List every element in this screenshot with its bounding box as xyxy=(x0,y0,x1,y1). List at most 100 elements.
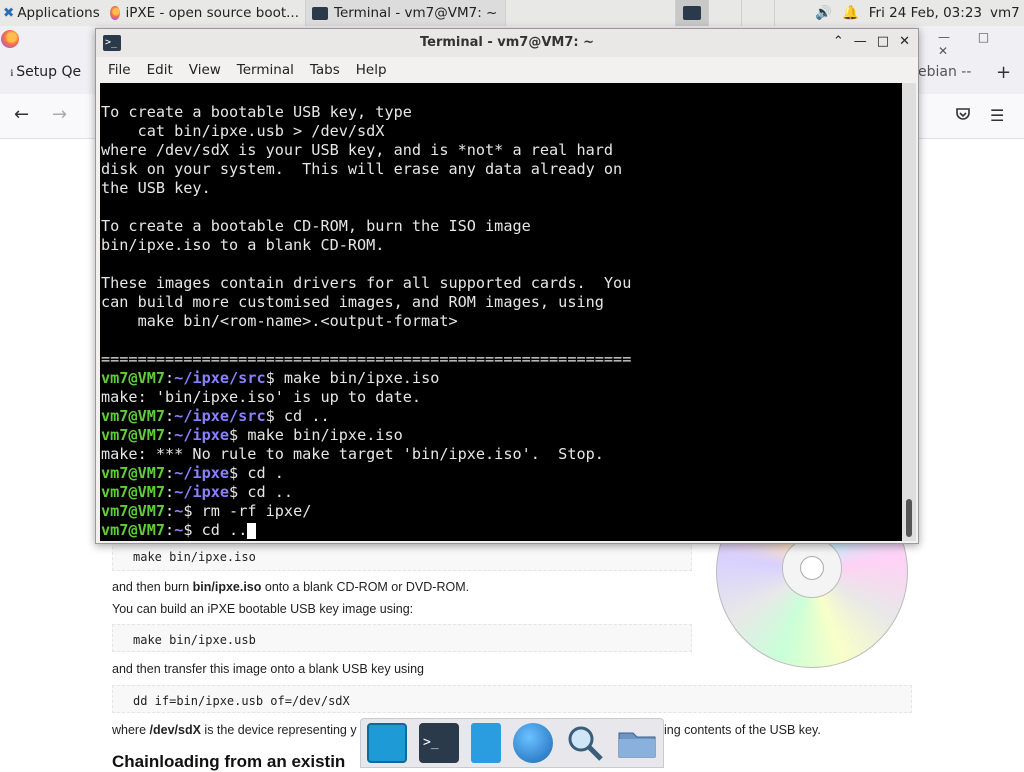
maximize-vertical-icon[interactable]: ⌃ xyxy=(833,34,844,49)
terminal-line: disk on your system. This will erase any… xyxy=(101,160,623,178)
terminal-line: vm7@VM7:~/ipxe/src$ cd .. xyxy=(101,407,631,426)
code-block-iso: make bin/ipxe.iso xyxy=(112,541,692,571)
prompt-user: vm7@VM7 xyxy=(101,426,166,444)
prompt-user: vm7@VM7 xyxy=(101,521,166,539)
bold-path: bin/ipxe.iso xyxy=(192,580,262,594)
terminal-line: vm7@VM7:~/ipxe$ cd . xyxy=(101,464,631,483)
prompt-path: ~ xyxy=(174,502,184,520)
terminal-window[interactable]: >_ Terminal - vm7@VM7: ~ ⌃ — □ ✕ File Ed… xyxy=(95,28,919,544)
hamburger-menu-icon[interactable]: ☰ xyxy=(990,106,1004,125)
maximize-icon[interactable]: □ xyxy=(877,34,889,49)
workspace-1[interactable] xyxy=(675,0,709,26)
prompt-separator: : xyxy=(165,521,175,539)
paragraph-burn: and then burn bin/ipxe.iso onto a blank … xyxy=(112,580,469,594)
prompt-separator: : xyxy=(165,426,175,444)
prompt-path: ~/ipxe/src xyxy=(174,369,266,387)
prompt-user: vm7@VM7 xyxy=(101,369,166,387)
terminal-line: where /dev/sdX is your USB key, and is *… xyxy=(101,141,614,159)
command-text: cd .. xyxy=(274,407,330,425)
tab-label: Setup Qe xyxy=(16,64,82,80)
taskbar-item-firefox[interactable]: iPXE - open source boot... xyxy=(104,0,306,26)
paragraph-device-tail: ing contents of the USB key. xyxy=(664,723,821,737)
pocket-icon[interactable] xyxy=(955,106,971,126)
prompt-path: ~/ipxe xyxy=(174,464,230,482)
workspace-4[interactable] xyxy=(774,0,807,26)
paragraph-usb: You can build an iPXE bootable USB key i… xyxy=(112,602,414,616)
menu-edit[interactable]: Edit xyxy=(147,62,173,78)
terminal-line: cat bin/ipxe.usb > /dev/sdX xyxy=(101,122,385,140)
user-menu[interactable]: vm7 xyxy=(990,5,1024,21)
web-browser-icon[interactable] xyxy=(513,723,553,763)
terminal-line: vm7@VM7:~$ rm -rf ipxe/ xyxy=(101,502,631,521)
firefox-view-icon[interactable] xyxy=(1,30,19,48)
terminal-line: ========================================… xyxy=(101,350,632,368)
new-tab-icon[interactable]: + xyxy=(996,62,1011,83)
terminal-line: can build more customised images, and RO… xyxy=(101,293,604,311)
workspace-3[interactable] xyxy=(741,0,774,26)
prompt-separator: : xyxy=(165,483,175,501)
menu-terminal[interactable]: Terminal xyxy=(237,62,294,78)
scrollbar-thumb[interactable] xyxy=(906,499,912,537)
terminal-icon xyxy=(312,6,328,20)
dock: >_ xyxy=(360,718,664,768)
text-editor-icon[interactable] xyxy=(471,723,501,763)
terminal-line: vm7@VM7:~/ipxe$ make bin/ipxe.iso xyxy=(101,426,631,445)
prompt-path: ~/ipxe xyxy=(174,483,230,501)
prompt-user: vm7@VM7 xyxy=(101,407,166,425)
search-icon[interactable] xyxy=(565,723,605,763)
menu-view[interactable]: View xyxy=(189,62,221,78)
applications-menu[interactable]: ✖ Applications xyxy=(0,5,104,21)
terminal-title-bar[interactable]: >_ Terminal - vm7@VM7: ~ ⌃ — □ ✕ xyxy=(96,29,918,57)
prompt-symbol: $ xyxy=(265,407,275,425)
code-block-usb: make bin/ipxe.usb xyxy=(112,624,692,652)
terminal-line: To create a bootable CD-ROM, burn the IS… xyxy=(101,217,531,235)
terminal-screen[interactable]: To create a bootable USB key, type cat b… xyxy=(100,83,902,541)
file-manager-icon[interactable] xyxy=(617,723,657,763)
prompt-user: vm7@VM7 xyxy=(101,502,166,520)
terminal-output: To create a bootable USB key, type cat b… xyxy=(101,103,631,540)
terminal-icon[interactable]: >_ xyxy=(419,723,459,763)
forward-arrow-icon[interactable]: → xyxy=(52,104,67,125)
command-text: cd .. xyxy=(238,483,294,501)
terminal-line: To create a bootable USB key, type xyxy=(101,103,412,121)
back-arrow-icon[interactable]: ← xyxy=(14,104,29,125)
terminal-line: vm7@VM7:~$ cd .. xyxy=(101,521,631,540)
terminal-title: Terminal - vm7@VM7: ~ xyxy=(419,35,595,50)
xfce-logo-icon: ✖ xyxy=(3,5,15,21)
taskbar-item-terminal[interactable]: Terminal - vm7@VM7: ~ xyxy=(306,0,506,26)
prompt-symbol: $ xyxy=(229,464,239,482)
command-text: make bin/ipxe.iso xyxy=(274,369,440,387)
text: where xyxy=(112,723,150,737)
taskbar-item-label: iPXE - open source boot... xyxy=(125,5,299,21)
firefox-window-controls[interactable]: — □ ✕ xyxy=(938,30,1024,58)
desktop-icon[interactable] xyxy=(367,723,407,763)
menu-file[interactable]: File xyxy=(108,62,131,78)
close-icon[interactable]: ✕ xyxy=(899,34,910,49)
section-heading-chainloading: Chainloading from an existin xyxy=(112,752,346,771)
terminal-scrollbar[interactable] xyxy=(902,83,916,541)
volume-icon[interactable]: 🔊 xyxy=(815,5,832,21)
firefox-tab-setup[interactable]: ℹ Setup Qe xyxy=(10,64,81,80)
taskbar-item-label: Terminal - vm7@VM7: ~ xyxy=(334,5,498,21)
prompt-symbol: $ xyxy=(229,483,239,501)
command-text: rm -rf ipxe/ xyxy=(192,502,312,520)
terminal-line: the USB key. xyxy=(101,179,211,197)
terminal-line: vm7@VM7:~/ipxe/src$ make bin/ipxe.iso xyxy=(101,369,631,388)
workspace-2[interactable] xyxy=(708,0,741,26)
paragraph-transfer: and then transfer this image onto a blan… xyxy=(112,662,424,676)
clock[interactable]: Fri 24 Feb, 03:23 xyxy=(869,5,982,21)
terminal-line: make bin/<rom-name>.<output-format> xyxy=(101,312,458,330)
cd-hole xyxy=(800,556,824,580)
menu-tabs[interactable]: Tabs xyxy=(310,62,340,78)
terminal-line: make: *** No rule to make target 'bin/ip… xyxy=(101,445,604,463)
menu-help[interactable]: Help xyxy=(356,62,387,78)
prompt-symbol: $ xyxy=(229,426,239,444)
terminal-line: make: 'bin/ipxe.iso' is up to date. xyxy=(101,388,422,406)
prompt-user: vm7@VM7 xyxy=(101,464,166,482)
minimize-icon[interactable]: — xyxy=(854,34,867,49)
firefox-tab-debian[interactable]: ebian -- xyxy=(918,64,971,80)
notification-bell-icon[interactable]: 🔔 xyxy=(842,5,859,21)
text-cursor-icon: I xyxy=(571,514,582,535)
